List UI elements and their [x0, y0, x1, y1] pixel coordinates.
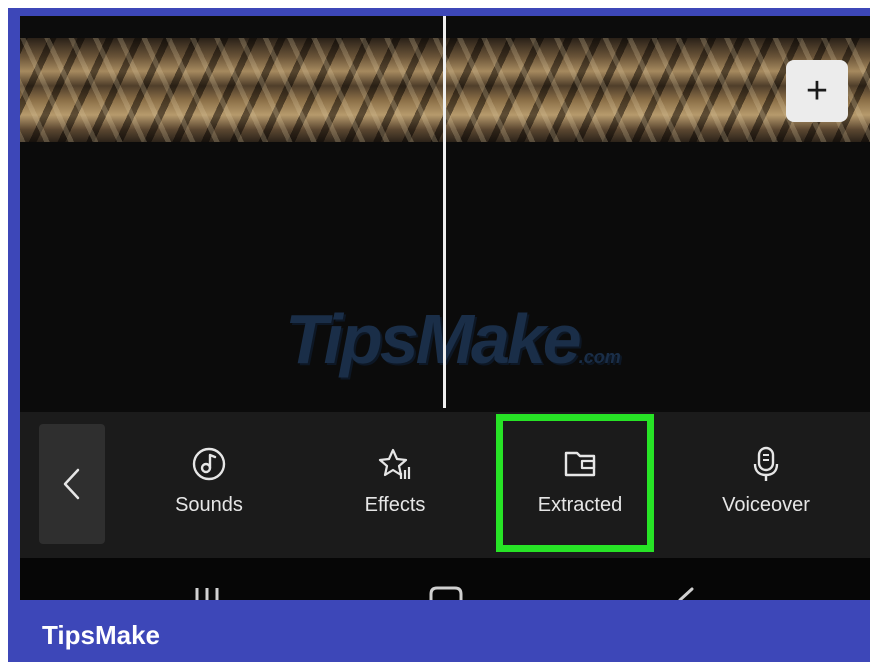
back-button[interactable]: [39, 424, 105, 544]
tool-sounds-label: Sounds: [175, 494, 243, 516]
app-screen: + TipsMake.com Sounds Effects Extracted …: [20, 16, 870, 600]
brand-bar: TipsMake: [8, 600, 870, 662]
recent-apps-icon[interactable]: [192, 586, 226, 600]
tool-effects-label: Effects: [364, 494, 426, 516]
watermark: TipsMake.com: [285, 299, 621, 379]
system-nav-bar: [20, 558, 870, 600]
home-icon[interactable]: [428, 586, 464, 600]
music-note-icon: [192, 447, 226, 481]
plus-icon: +: [805, 70, 829, 112]
chevron-left-icon: [63, 468, 80, 500]
tool-voiceover[interactable]: Voiceover: [691, 430, 841, 530]
star-sparkle-icon: [378, 448, 411, 479]
watermark-suffix: .com: [578, 347, 621, 367]
watermark-text: TipsMake: [285, 300, 582, 378]
back-nav-icon[interactable]: [676, 586, 700, 600]
audio-toolbar: Sounds Effects Extracted Voiceover: [20, 412, 870, 558]
tool-sounds[interactable]: Sounds: [134, 430, 284, 530]
add-clip-button[interactable]: +: [786, 60, 848, 122]
playhead[interactable]: [443, 16, 446, 408]
tool-voiceover-label: Voiceover: [722, 494, 810, 516]
tool-effects[interactable]: Effects: [320, 430, 470, 530]
brand-logo-text: TipsMake: [42, 620, 161, 650]
microphone-icon: [753, 446, 779, 481]
highlight-box: [496, 414, 654, 552]
